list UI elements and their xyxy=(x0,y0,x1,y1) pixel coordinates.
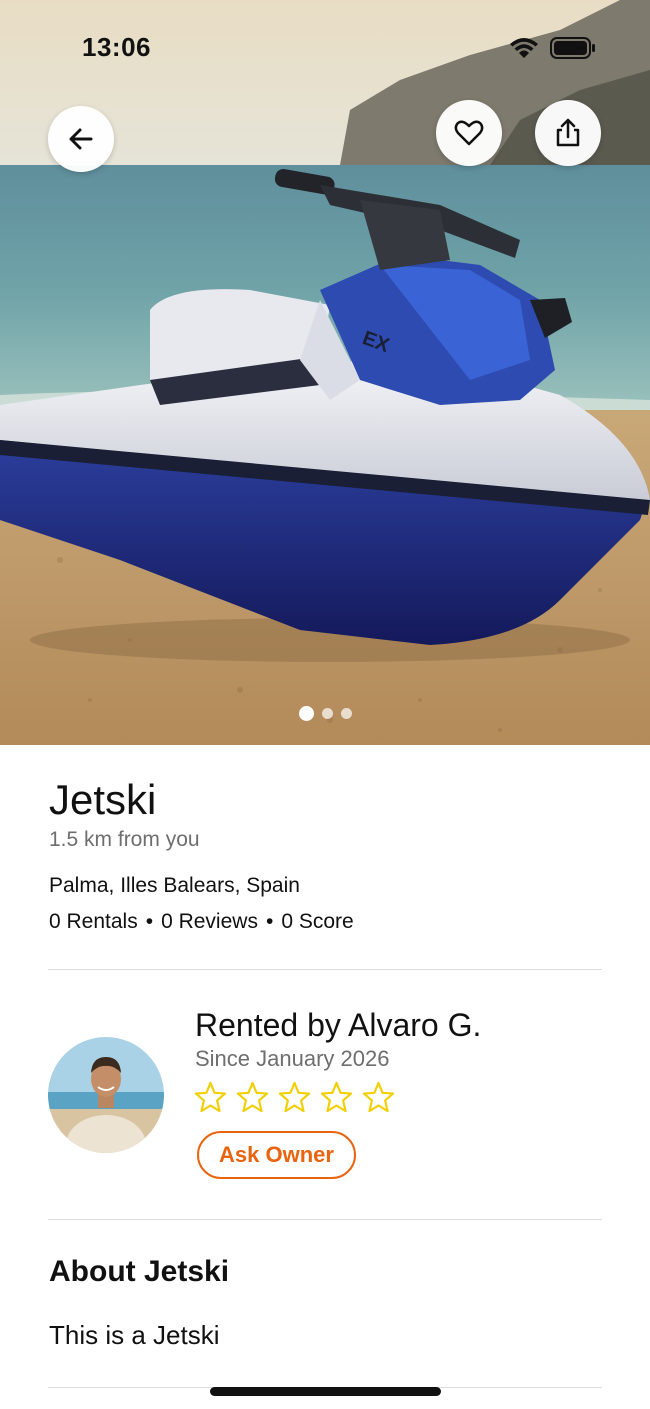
listing-distance: 1.5 km from you xyxy=(49,828,200,851)
heart-icon xyxy=(454,120,484,146)
listing-location: Palma, Illes Balears, Spain xyxy=(49,874,300,897)
score-value: 0 Score xyxy=(281,910,354,933)
owner-avatar[interactable] xyxy=(48,1037,164,1153)
listing-title: Jetski xyxy=(49,776,157,823)
carousel-dot[interactable] xyxy=(321,708,333,719)
home-indicator[interactable] xyxy=(210,1387,441,1396)
back-button[interactable] xyxy=(48,106,114,172)
owner-photo xyxy=(48,1037,164,1153)
star-outline-icon xyxy=(236,1081,269,1113)
share-icon xyxy=(556,118,580,147)
status-time: 13:06 xyxy=(82,32,151,62)
about-text: This is a Jetski xyxy=(49,1320,220,1350)
owner-name: Rented by Alvaro G. xyxy=(195,1007,482,1043)
stats-separator: • xyxy=(145,910,154,933)
hero-image-carousel[interactable]: EX 13:06 xyxy=(0,0,650,745)
listing-detail-screen: EX 13:06 Jetski 1.5 km from you Palma, I… xyxy=(0,0,650,1409)
carousel-dot-active[interactable] xyxy=(298,706,314,721)
star-outline-icon xyxy=(362,1081,395,1113)
ask-owner-button[interactable]: Ask Owner xyxy=(197,1131,356,1179)
reviews-count: 0 Reviews xyxy=(161,910,258,933)
battery-icon xyxy=(550,37,595,59)
owner-since: Since January 2026 xyxy=(195,1046,390,1071)
carousel-dot[interactable] xyxy=(340,708,352,719)
share-button[interactable] xyxy=(535,100,601,166)
star-outline-icon xyxy=(194,1081,227,1113)
stats-separator: • xyxy=(265,910,274,933)
star-outline-icon xyxy=(278,1081,311,1113)
arrow-left-icon xyxy=(69,128,93,150)
divider xyxy=(48,969,602,970)
wifi-icon xyxy=(510,38,538,58)
carousel-indicator[interactable] xyxy=(0,706,650,724)
owner-rating xyxy=(193,1080,396,1115)
star-outline-icon xyxy=(320,1081,353,1113)
favorite-button[interactable] xyxy=(436,100,502,166)
listing-stats: 0 Rentals • 0 Reviews • 0 Score xyxy=(49,910,354,934)
about-title: About Jetski xyxy=(49,1255,230,1288)
status-bar: 13:06 xyxy=(0,0,650,96)
rentals-count: 0 Rentals xyxy=(49,910,138,933)
divider xyxy=(48,1219,602,1220)
